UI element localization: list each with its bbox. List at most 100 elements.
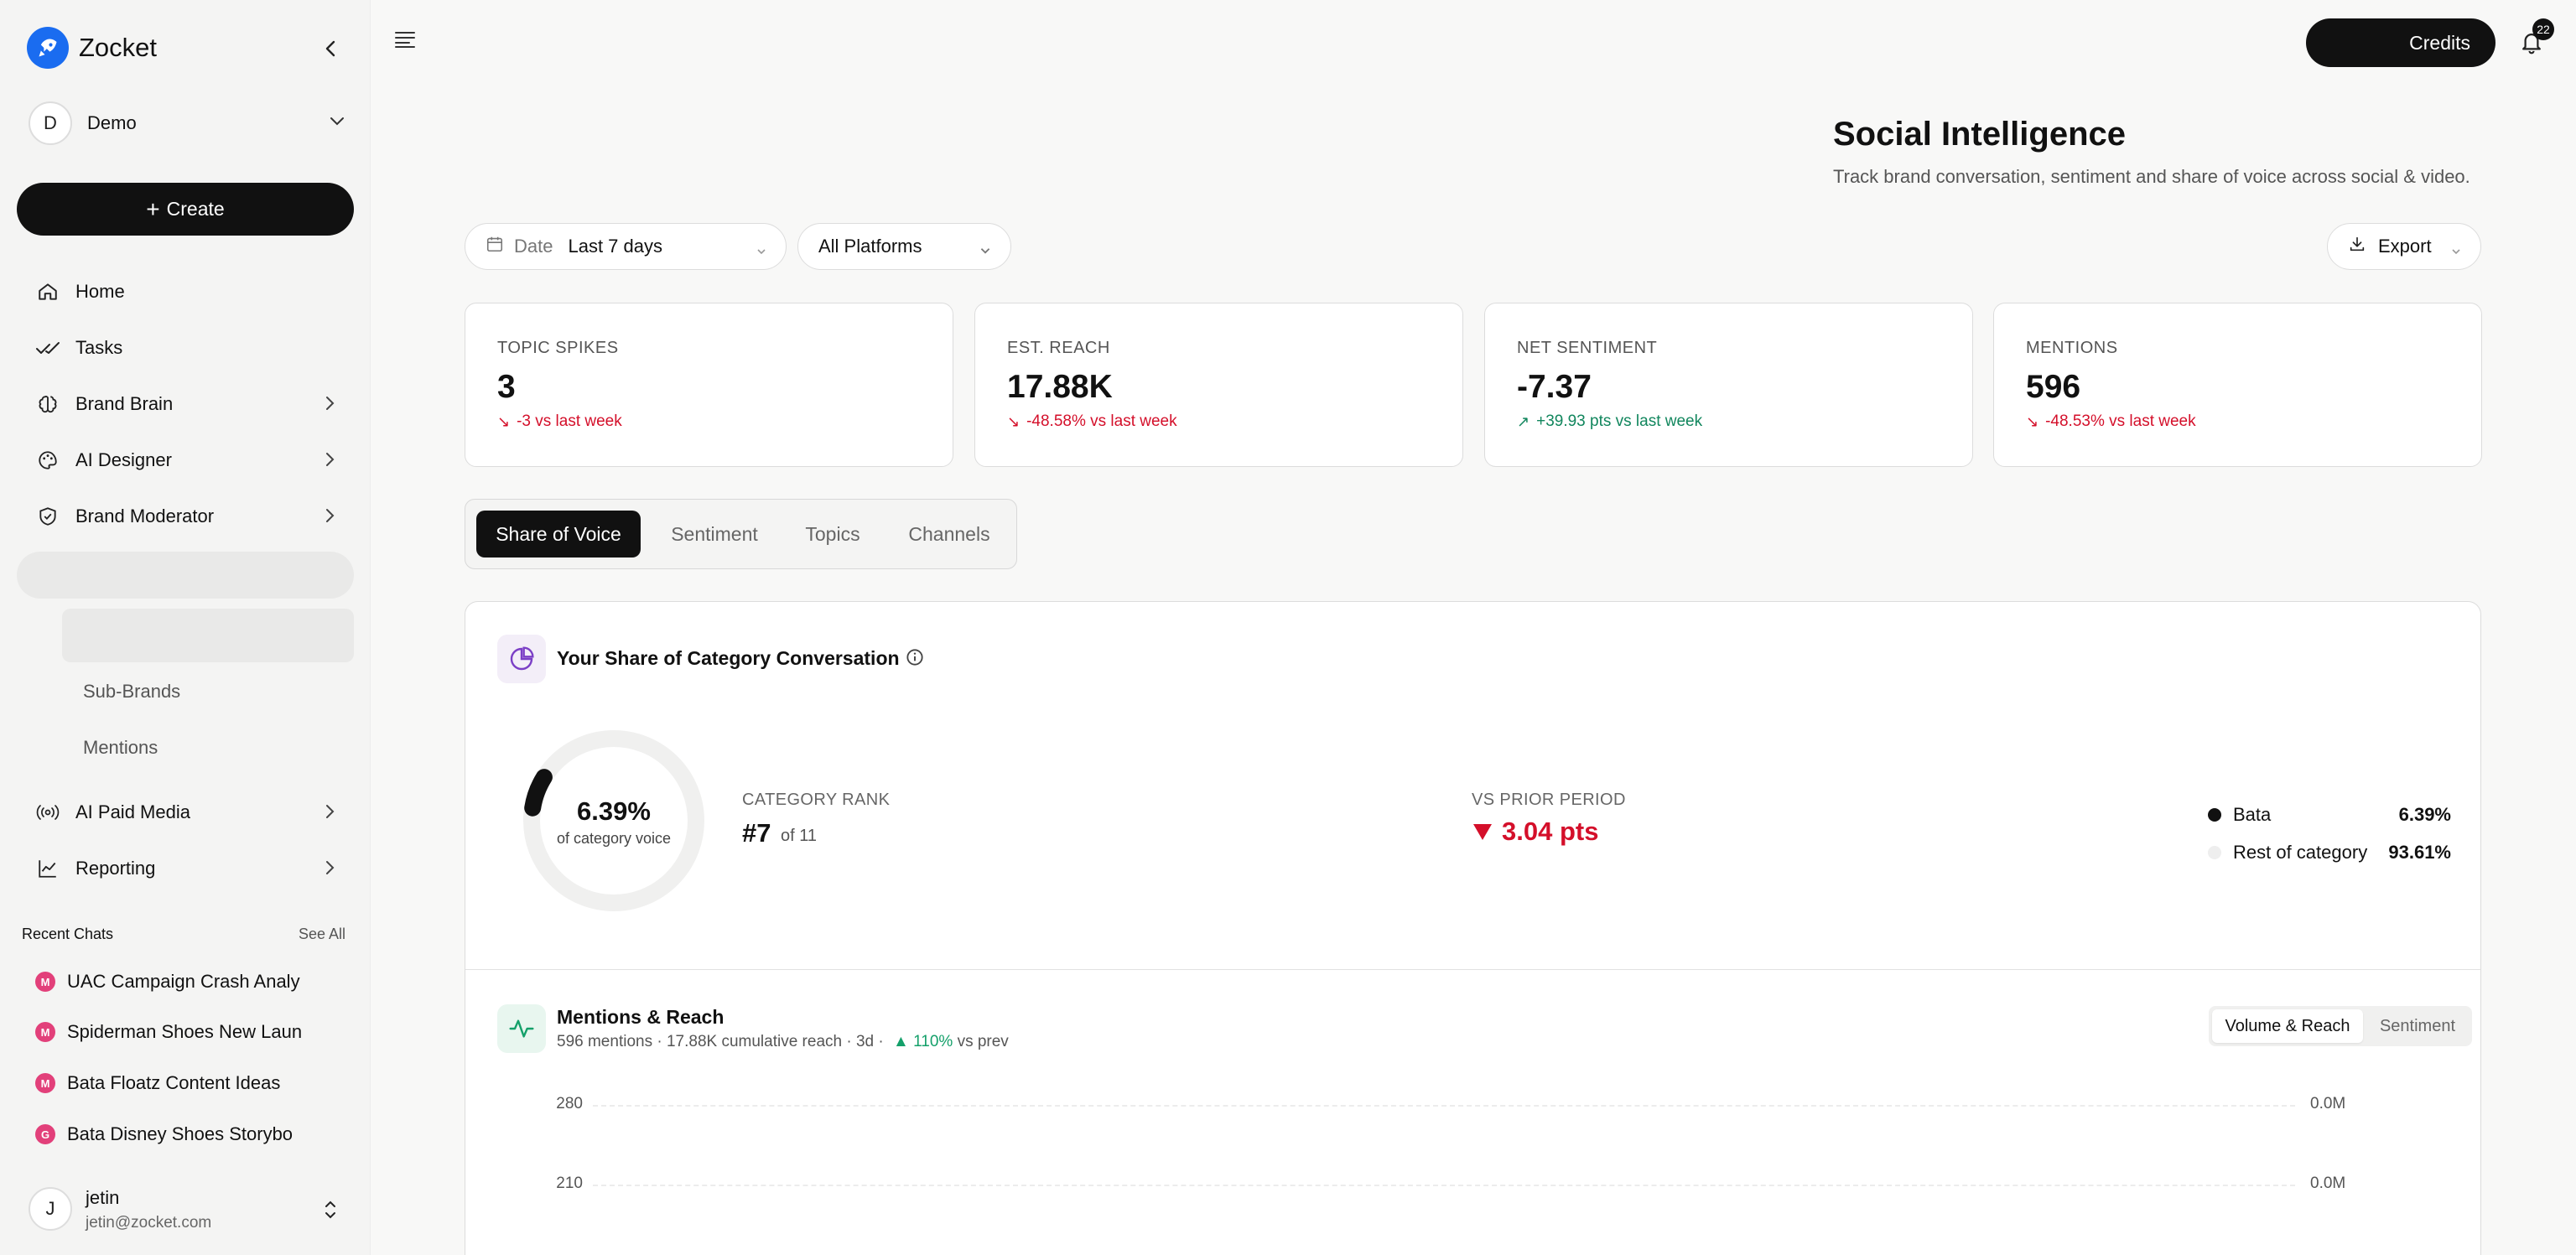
category-rank-total: of 11 <box>781 827 817 845</box>
toggle-sentiment[interactable]: Sentiment <box>2366 1009 2469 1043</box>
sidebar-item-label: Brand Moderator <box>75 506 215 526</box>
chat-badge: M <box>35 972 55 992</box>
chevron-right-icon <box>324 858 335 882</box>
sidebar-item-ai-designer[interactable]: AI Designer <box>35 442 345 479</box>
y-axis-right-tick: 0.0M <box>2310 1095 2346 1112</box>
brain-icon <box>35 392 60 417</box>
credits-button[interactable]: Credits <box>2306 18 2496 67</box>
tab-topics[interactable]: Topics <box>787 511 879 557</box>
kpi-value: 3 <box>497 369 516 405</box>
category-rank-label: CATEGORY RANK <box>742 791 891 809</box>
legend-swatch <box>2208 846 2221 859</box>
chevron-up-down-icon <box>322 1197 339 1226</box>
sidebar-item-brand-moderator[interactable]: Brand Moderator <box>35 498 345 535</box>
sidebar-item-label: Home <box>75 281 125 302</box>
workspace-avatar: D <box>29 101 72 145</box>
download-icon <box>2348 235 2366 258</box>
triangle-down-icon <box>1472 822 1493 842</box>
prior-period-value: 3.04 pts <box>1502 817 1599 846</box>
collapse-sidebar-button[interactable] <box>317 35 344 62</box>
kpi-value: 17.88K <box>1007 369 1113 405</box>
share-of-voice-panel: Your Share of Category Conversation 6.39… <box>465 601 2481 1255</box>
recent-chat-item[interactable]: M Spiderman Shoes New Laun <box>35 1018 304 1046</box>
arrow-down-right-icon: ↘ <box>497 412 511 430</box>
sidebar-item-reporting[interactable]: Reporting <box>35 850 345 887</box>
sidebar-item-brand-brain[interactable]: Brand Brain <box>35 386 345 423</box>
share-section-title: Your Share of Category Conversation <box>557 647 900 669</box>
kpi-value: 596 <box>2026 369 2081 405</box>
broadcast-icon <box>35 800 60 825</box>
category-rank-value: #7 <box>742 818 771 848</box>
user-name: jetin <box>86 1187 120 1208</box>
export-button[interactable]: Export <box>2327 223 2481 270</box>
palette-icon <box>35 448 60 473</box>
chat-badge: M <box>35 1022 55 1042</box>
sidebar: Zocket D Demo + Create Home Tasks Brand … <box>0 0 371 1255</box>
kpi-card-mentions: MENTIONS 596 ↘ -48.53% vs last week <box>1993 303 2482 467</box>
menu-icon[interactable] <box>394 30 416 53</box>
kpi-change-text: -48.58% vs last week <box>1026 412 1177 430</box>
arrow-down-right-icon: ↘ <box>2026 412 2039 430</box>
chevron-right-icon <box>324 802 335 826</box>
export-label: Export <box>2378 236 2432 257</box>
chevron-down-icon <box>979 241 992 262</box>
tab-sentiment[interactable]: Sentiment <box>655 511 774 557</box>
see-all-link[interactable]: See All <box>299 926 345 943</box>
kpi-change-text: -3 vs last week <box>517 412 622 430</box>
date-filter-value: Last 7 days <box>568 236 662 257</box>
tab-channels[interactable]: Channels <box>891 511 1008 557</box>
mentions-reach-summary: 596 mentions · 17.88K cumulative reach ·… <box>557 1033 1009 1051</box>
platform-filter-value: All Platforms <box>818 236 922 257</box>
prior-period-change: 3.04 pts <box>1472 817 1598 847</box>
sidebar-subitem-mentions[interactable]: Mentions <box>83 737 158 759</box>
workspace-switcher[interactable]: D Demo <box>29 101 347 146</box>
summary-prefix: 596 mentions · 17.88K cumulative reach ·… <box>557 1033 884 1050</box>
home-icon <box>35 279 60 304</box>
info-icon[interactable] <box>904 646 926 672</box>
app-logo[interactable]: Zocket <box>27 27 157 69</box>
arrow-up-right-icon: ↗ <box>1517 412 1530 430</box>
kpi-change: ↗ +39.93 pts vs last week <box>1517 412 1702 431</box>
chart-line-icon <box>35 856 60 881</box>
tab-share-of-voice[interactable]: Share of Voice <box>476 511 641 557</box>
prior-period-label: VS PRIOR PERIOD <box>1472 791 1626 809</box>
activity-icon <box>497 1004 546 1053</box>
arrow-down-right-icon: ↘ <box>1007 412 1021 430</box>
recent-chat-item[interactable]: G Bata Disney Shoes Storybo <box>35 1120 304 1149</box>
kpi-change: ↘ -3 vs last week <box>497 412 622 431</box>
triangle-up-icon: ▲ <box>893 1033 909 1050</box>
toggle-volume-reach[interactable]: Volume & Reach <box>2212 1009 2363 1043</box>
donut-value: 6.39% <box>577 796 651 826</box>
loading-placeholder <box>62 609 354 662</box>
create-label: Create <box>166 198 225 220</box>
y-axis-left-tick: 280 <box>556 1095 583 1112</box>
sidebar-item-label: AI Paid Media <box>75 801 190 822</box>
recent-chat-item[interactable]: M UAC Campaign Crash Analy <box>35 967 304 996</box>
sidebar-item-home[interactable]: Home <box>35 273 345 310</box>
sidebar-item-ai-paid-media[interactable]: AI Paid Media <box>35 794 345 831</box>
date-range-filter[interactable]: Date Last 7 days <box>465 223 787 270</box>
kpi-card-net-sentiment: NET SENTIMENT -7.37 ↗ +39.93 pts vs last… <box>1484 303 1973 467</box>
chevron-down-icon <box>2450 241 2462 262</box>
pie-chart-icon <box>497 635 546 683</box>
kpi-label: TOPIC SPIKES <box>497 339 619 357</box>
plus-icon: + <box>146 195 160 222</box>
chat-title: Bata Floatz Content Ideas <box>67 1072 281 1093</box>
check-icon <box>35 335 60 360</box>
sidebar-item-label: Brand Brain <box>75 393 174 414</box>
chat-title: Spiderman Shoes New Laun <box>67 1021 303 1042</box>
recent-chat-item[interactable]: M Bata Floatz Content Ideas <box>35 1069 304 1097</box>
user-email: jetin@zocket.com <box>86 1214 212 1232</box>
notification-badge: 22 <box>2532 18 2554 40</box>
sidebar-subitem-sub-brands[interactable]: Sub-Brands <box>83 681 180 703</box>
calendar-icon <box>486 235 504 258</box>
loading-placeholder <box>17 552 354 599</box>
create-button[interactable]: + Create <box>17 183 354 236</box>
kpi-card-est-reach: EST. REACH 17.88K ↘ -48.58% vs last week <box>974 303 1463 467</box>
kpi-card-topic-spikes: TOPIC SPIKES 3 ↘ -3 vs last week <box>465 303 953 467</box>
sidebar-item-tasks[interactable]: Tasks <box>35 329 345 366</box>
kpi-change: ↘ -48.58% vs last week <box>1007 412 1177 431</box>
user-menu[interactable]: J jetin jetin@zocket.com <box>29 1184 347 1237</box>
chat-title: Bata Disney Shoes Storybo <box>67 1123 293 1144</box>
platform-filter[interactable]: All Platforms <box>797 223 1011 270</box>
